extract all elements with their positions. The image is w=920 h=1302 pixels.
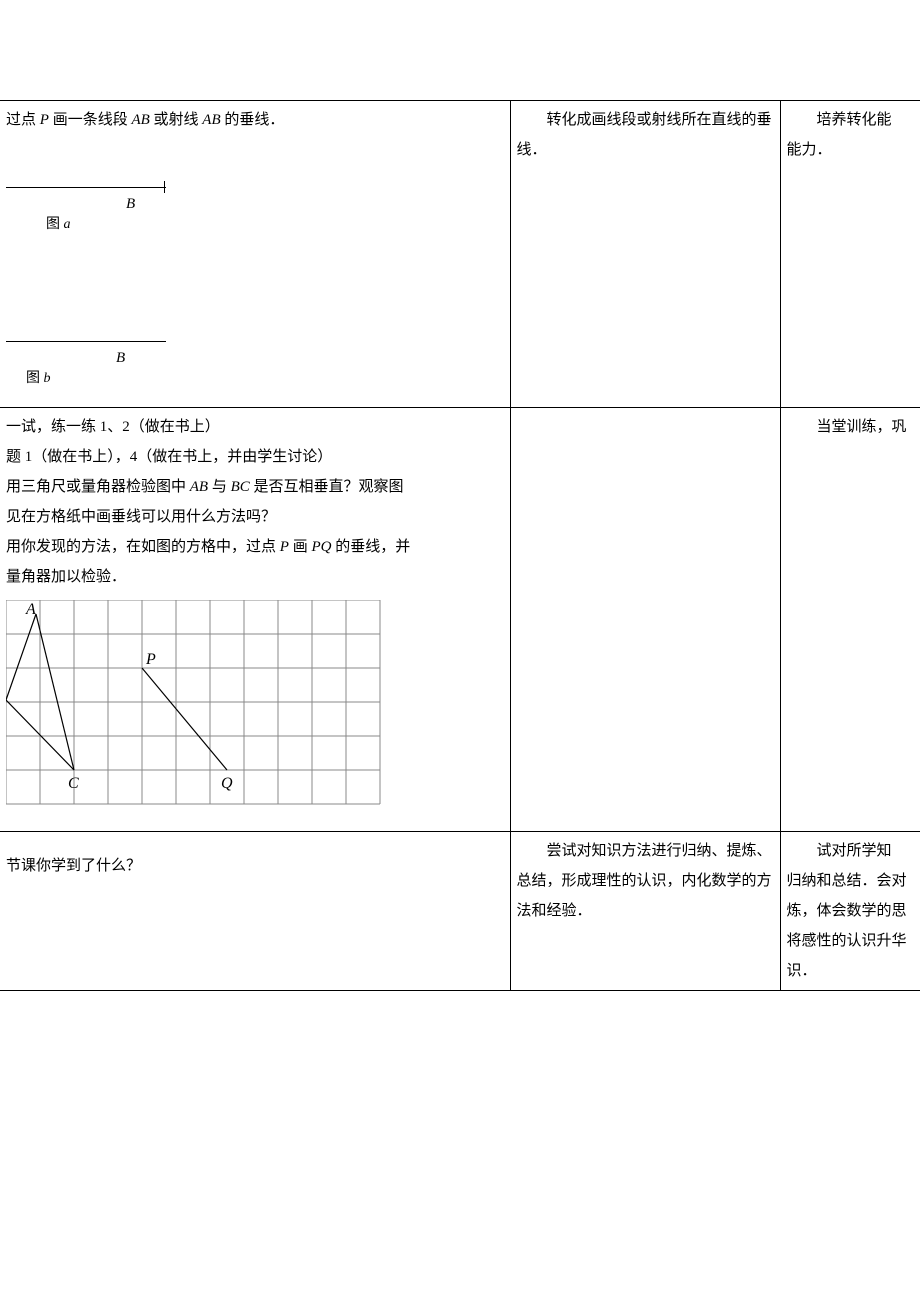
lesson-plan-table: 过点 P 画一条线段 AB 或射线 AB 的垂线． B 图 a B 图 b 转化… — [0, 100, 920, 991]
text: 图 — [46, 217, 64, 232]
text: 图 — [26, 371, 44, 386]
var-AB: AB — [202, 112, 220, 128]
spacer — [6, 836, 504, 851]
cell-student: 尝试对知识方法进行归纳、提炼、总结，形成理性的认识，内化数学的方法和经验． — [510, 832, 780, 991]
figure-b: B 图 b — [6, 329, 504, 393]
line-pq — [142, 668, 227, 770]
text: 用你发现的方法，在如图的方格中，过点 — [6, 539, 280, 555]
exercise-text: 见在方格纸中画垂线可以用什么方法吗？ — [6, 502, 504, 532]
figure-a: B 图 a — [6, 175, 504, 239]
student-activity-text: 尝试对知识方法进行归纳、提炼、总结，形成理性的认识，内化数学的方法和经验． — [517, 836, 774, 926]
document-page: 过点 P 画一条线段 AB 或射线 AB 的垂线． B 图 a B 图 b 转化… — [0, 0, 920, 991]
table-row: 一试，练一练 1、2（做在书上） 题 1（做在书上），4（做在书上，并由学生讨论… — [0, 408, 920, 832]
label-B: B — [116, 343, 125, 373]
cell-intent: 当堂训练，巩 — [780, 408, 920, 832]
text: 画 — [289, 539, 312, 555]
exercise-text: 题 1（做在书上），4（做在书上，并由学生讨论） — [6, 442, 504, 472]
text: 过点 — [6, 112, 40, 128]
figure-caption: 图 b — [26, 365, 504, 393]
text: 用三角尺或量角器检验图中 — [6, 479, 190, 495]
line-segment — [6, 187, 166, 188]
instruction-text: 过点 P 画一条线段 AB 或射线 AB 的垂线． — [6, 105, 504, 135]
design-intent-text: 能力． — [787, 135, 915, 165]
segment-diagram: B — [6, 175, 186, 205]
cell-activity: 过点 P 画一条线段 AB 或射线 AB 的垂线． B 图 a B 图 b — [0, 101, 510, 408]
text: 的垂线，并 — [331, 539, 410, 555]
var-AB: AB — [190, 479, 208, 495]
label-B: B — [126, 189, 135, 219]
grid-figure: A P C Q — [6, 600, 504, 821]
var-b: b — [44, 371, 51, 386]
cell-intent: 培养转化能 能力． — [780, 101, 920, 408]
exercise-text: 用你发现的方法，在如图的方格中，过点 P 画 PQ 的垂线，并 — [6, 532, 504, 562]
var-a: a — [64, 217, 71, 232]
table-row: 节课你学到了什么？ 尝试对知识方法进行归纳、提炼、总结，形成理性的认识，内化数学… — [0, 832, 920, 991]
label-Q: Q — [221, 775, 233, 792]
design-intent-text: 归纳和总结．会对 — [787, 866, 915, 896]
exercise-text: 一试，练一练 1、2（做在书上） — [6, 412, 504, 442]
ray-diagram: B — [6, 329, 186, 359]
var-AB: AB — [131, 112, 149, 128]
design-intent-text: 培养转化能 — [787, 105, 915, 135]
design-intent-text: 将感性的认识升华 — [787, 926, 915, 956]
text: 与 — [208, 479, 231, 495]
cell-student: 转化成画线段或射线所在直线的垂线． — [510, 101, 780, 408]
table-row: 过点 P 画一条线段 AB 或射线 AB 的垂线． B 图 a B 图 b 转化… — [0, 101, 920, 408]
figure-caption: 图 a — [46, 211, 504, 239]
cell-student — [510, 408, 780, 832]
design-intent-text: 试对所学知 — [787, 836, 915, 866]
design-intent-text: 炼，体会数学的思 — [787, 896, 915, 926]
label-C: C — [68, 775, 79, 792]
cell-intent: 试对所学知 归纳和总结．会对 炼，体会数学的思 将感性的认识升华 识． — [780, 832, 920, 991]
exercise-text: 量角器加以检验． — [6, 562, 504, 592]
label-A: A — [25, 601, 36, 618]
var-PQ: PQ — [311, 539, 331, 555]
var-P: P — [40, 112, 49, 128]
var-P: P — [280, 539, 289, 555]
student-activity-text: 转化成画线段或射线所在直线的垂线． — [517, 105, 774, 165]
cell-activity: 一试，练一练 1、2（做在书上） 题 1（做在书上），4（做在书上，并由学生讨论… — [0, 408, 510, 832]
text: 的垂线． — [221, 112, 285, 128]
var-BC: BC — [231, 479, 250, 495]
grid-svg: A P C Q — [6, 600, 386, 810]
grid-lines — [6, 600, 380, 804]
cell-activity: 节课你学到了什么？ — [0, 832, 510, 991]
text: 是否互相垂直？观察图 — [250, 479, 404, 495]
design-intent-text: 当堂训练，巩 — [787, 412, 915, 442]
summary-question: 节课你学到了什么？ — [6, 851, 504, 881]
spacer — [6, 881, 504, 926]
design-intent-text: 识． — [787, 956, 915, 986]
text: 画一条线段 — [49, 112, 132, 128]
ray-line — [6, 341, 166, 342]
exercise-text: 用三角尺或量角器检验图中 AB 与 BC 是否互相垂直？观察图 — [6, 472, 504, 502]
endpoint-tick — [164, 181, 165, 193]
label-P: P — [145, 651, 156, 668]
text: 或射线 — [150, 112, 203, 128]
